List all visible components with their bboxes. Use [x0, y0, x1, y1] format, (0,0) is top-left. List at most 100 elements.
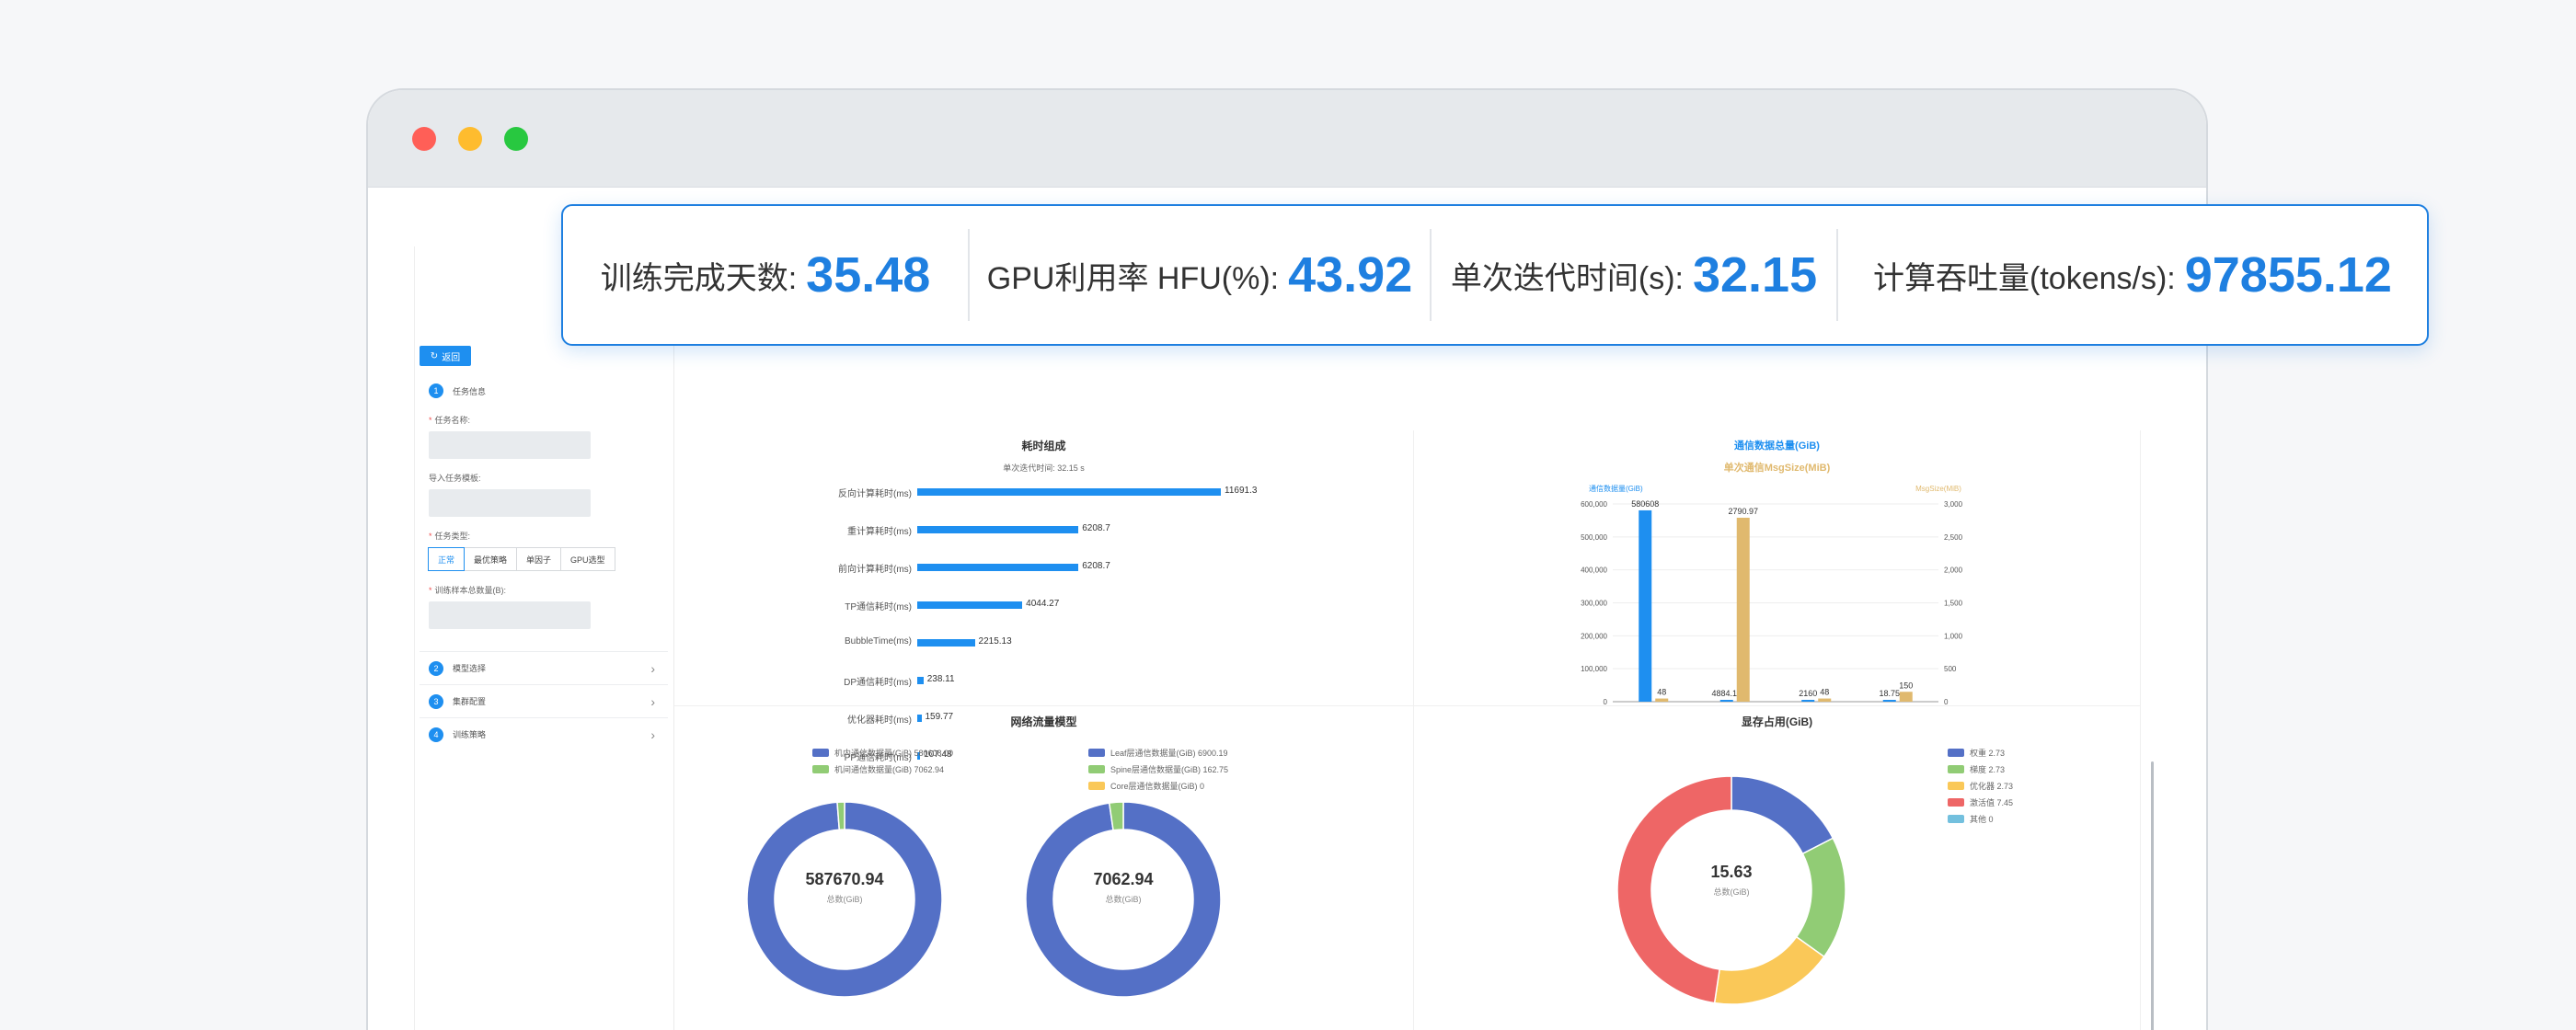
right-tick-label: 1,000 [1944, 632, 1963, 640]
comm-volume-bar [1719, 700, 1733, 702]
time-bar-row: DP通信耗时(ms) 238.11 [674, 674, 1392, 688]
memory-usage-panel: 显存占用(GiB) 权重 2.73 梯度 2.73 优化器 2.73 激活值 7.45… [1414, 706, 2141, 1030]
comm-bar-value: 18.75 [1879, 689, 1900, 698]
back-button-label: 返回 [442, 352, 461, 363]
task-type-single-factor[interactable]: 单因子 [516, 547, 562, 571]
right-tick-label: 1,500 [1944, 600, 1963, 608]
time-bar-label: 反向计算耗时(ms) [838, 489, 912, 499]
left-tick-label: 400,000 [1581, 566, 1607, 575]
right-axis-title: MsgSize(MiB) [1915, 485, 1961, 493]
time-bar-value: 6208.7 [1082, 561, 1110, 571]
time-bar-label: TP通信耗时(ms) [845, 602, 912, 612]
maximize-window-button[interactable] [504, 127, 528, 151]
comm-bar-chart: 通信数据量(GiB) MsgSize(MiB) 600,000 3,000 500,00… [1581, 484, 1963, 706]
network-donut-1-slice [836, 801, 845, 831]
time-bar-row: TP通信耗时(ms) 4044.27 [674, 599, 1392, 612]
left-tick-label: 200,000 [1581, 632, 1607, 640]
memory-donut-slice [1731, 775, 1834, 855]
right-tick-label: 2,000 [1944, 566, 1963, 575]
task-type-optimal[interactable]: 最优策略 [464, 547, 518, 571]
comm-bar-value: 580608 [1631, 499, 1659, 509]
metric-value: 43.92 [1288, 247, 1413, 303]
memory-donut-slice [1795, 837, 1846, 958]
metric-value: 32.15 [1692, 247, 1818, 303]
comm-volume-panel: 通信数据总量(GiB) 单次通信MsgSize(MiB) 通信数据量(GiB) M… [1414, 430, 2141, 706]
right-tick-label: 3,000 [1944, 500, 1963, 509]
left-axis-title: 通信数据量(GiB) [1589, 484, 1643, 493]
metric-gpu-hfu: GPU利用率 HFU(%): 43.92 [970, 206, 1430, 344]
task-name-label: * 任务名称: [429, 416, 471, 425]
donut-1-center: 587670.94 总数(GiB) [748, 870, 941, 905]
network-traffic-panel: 网络流量模型 机内通信数据量(GiB) 580608.00 机间通信数据量(GiB… [674, 706, 1414, 1030]
left-tick-label: 100,000 [1581, 665, 1607, 673]
task-type-normal[interactable]: 正常 [428, 547, 466, 571]
train-samples-input[interactable] [429, 601, 591, 629]
msgsize-bar [1899, 692, 1913, 702]
metric-value: 35.48 [806, 247, 931, 303]
return-icon: ↻ [430, 350, 439, 361]
metric-value: 97855.12 [2184, 247, 2392, 303]
chevron-right-icon: › [650, 727, 655, 742]
chevron-right-icon: › [650, 693, 655, 709]
time-bar-value: 2215.13 [978, 636, 1012, 647]
metric-label: 训练完成天数: [600, 260, 798, 296]
step-model-select[interactable]: 2 模型选择 › [420, 651, 668, 684]
network-donut-charts [746, 801, 1222, 998]
msgsize-bar [1655, 698, 1669, 702]
right-tick-label: 2,500 [1944, 533, 1963, 542]
content-scrollbar[interactable] [2151, 761, 2154, 1030]
task-type-gpu-select[interactable]: GPU选型 [560, 547, 615, 571]
minimize-window-button[interactable] [458, 127, 482, 151]
step-cluster-config[interactable]: 3 集群配置 › [420, 684, 668, 717]
metric-label: 单次迭代时间(s): [1450, 260, 1684, 296]
time-bar-label: 前向计算耗时(ms) [838, 565, 912, 575]
task-type-label: * 任务类型: [429, 532, 471, 541]
donut-1-total-label: 总数(GiB) [826, 895, 863, 904]
time-chart-title: 耗时组成 [1021, 440, 1066, 452]
time-bar-value: 4044.27 [1026, 599, 1060, 609]
step-task-info[interactable]: 1 任务信息 [420, 381, 668, 401]
time-bar [917, 601, 1023, 609]
donut-2-total: 7062.94 [1093, 870, 1154, 888]
step-number: 1 [429, 383, 443, 398]
comm-bar-value: 48 [1657, 688, 1666, 697]
time-bar-row: 前向计算耗时(ms) 6208.7 [674, 561, 1392, 575]
time-bar-label: 重计算耗时(ms) [847, 527, 912, 537]
donut-2-center: 7062.94 总数(GiB) [1027, 870, 1220, 905]
msgsize-bar [1736, 517, 1750, 702]
time-bar [917, 564, 1079, 571]
comm-volume-bar [1882, 700, 1896, 702]
step-label: 任务信息 [453, 386, 487, 396]
memory-donut-slice [1713, 935, 1825, 1005]
task-name-input[interactable] [429, 431, 591, 459]
comm-bar-value: 2160 [1799, 689, 1817, 698]
right-tick-label: 500 [1944, 665, 1957, 673]
memory-donut-center: 15.63 总数(GiB) [1667, 863, 1796, 898]
left-tick-label: 0 [1604, 698, 1608, 706]
time-composition-panel: 耗时组成 单次迭代时间: 32.15 s 反向计算耗时(ms) 11691.3 重计… [674, 430, 1414, 763]
close-window-button[interactable] [412, 127, 436, 151]
chevron-right-icon: › [650, 660, 655, 676]
time-chart-subtitle: 单次迭代时间: 32.15 s [1003, 464, 1085, 473]
metric-label: 计算吞吐量(tokens/s): [1873, 260, 2176, 296]
import-template-select[interactable] [429, 489, 591, 517]
memory-total: 15.63 [1710, 863, 1753, 881]
time-bar-row: 重计算耗时(ms) 6208.7 [674, 523, 1392, 537]
donut-1-total: 587670.94 [805, 870, 884, 888]
task-type-radio-group: 正常 最优策略 单因子 GPU选型 [428, 547, 668, 571]
app-content: ↻ 返回 1 任务信息 * 任务名称: 导入任务模板: * 任务类型: 正常 最优策… [414, 246, 2154, 1030]
time-bar-value: 238.11 [926, 674, 955, 684]
back-button[interactable]: ↻ 返回 [420, 346, 471, 366]
metric-throughput: 计算吞吐量(tokens/s): 97855.12 [1838, 206, 2427, 344]
window-titlebar [368, 90, 2206, 188]
task-config-form: 1 任务信息 * 任务名称: 导入任务模板: * 任务类型: 正常 最优策略 单因子… [420, 381, 668, 1030]
step-training-strategy[interactable]: 4 训练策略 › [420, 717, 668, 750]
time-bar-label: DP通信耗时(ms) [844, 678, 912, 688]
time-bar-value: 6208.7 [1082, 523, 1110, 533]
results-dashboard: 耗时组成 单次迭代时间: 32.15 s 反向计算耗时(ms) 11691.3 重计… [674, 246, 2154, 1030]
metric-training-days: 训练完成天数: 35.48 [563, 206, 968, 344]
summary-metrics-bar: 训练完成天数: 35.48 GPU利用率 HFU(%): 43.92 单次迭代时… [561, 204, 2429, 346]
time-bar-label: BubbleTime(ms) [845, 636, 912, 647]
time-bar [917, 488, 1221, 496]
import-template-label: 导入任务模板: [429, 474, 481, 483]
